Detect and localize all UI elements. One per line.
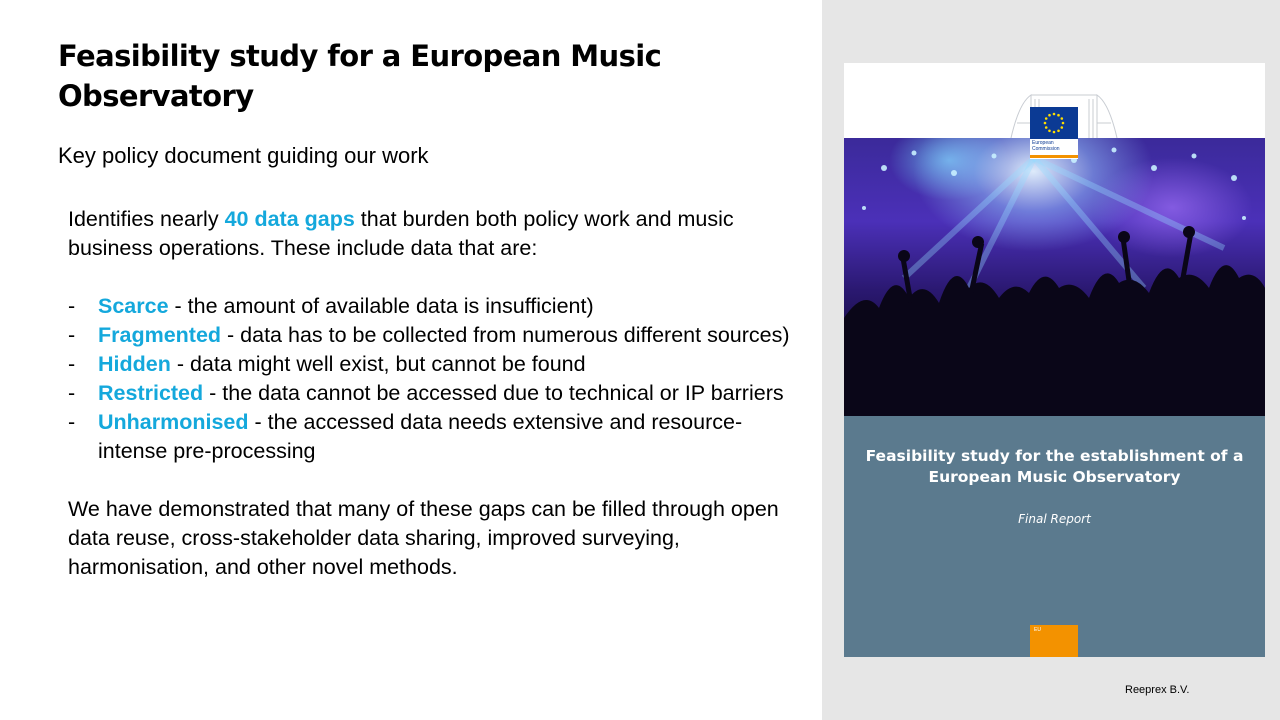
intro-paragraph: Identifies nearly 40 data gaps that burd… <box>68 205 798 263</box>
list-description: - data has to be collected from numerous… <box>221 323 790 347</box>
logo-text: European Commission <box>1032 140 1060 152</box>
cover-subtitle: Final Report <box>1018 512 1091 526</box>
list-term: Hidden <box>98 352 171 376</box>
cover-header: European Commission <box>844 63 1265 159</box>
data-gap-list: - Scarce - the amount of available data i… <box>68 292 798 466</box>
conclusion-paragraph: We have demonstrated that many of these … <box>68 497 779 579</box>
intro-highlight: 40 data gaps <box>224 207 355 231</box>
report-cover-image: European Commission Feasibility study fo… <box>844 63 1265 657</box>
cover-title-panel: Feasibility study for the establishment … <box>844 416 1265 657</box>
footer-credit: Reeprex B.V. <box>1125 684 1190 696</box>
slide-subtitle: Key policy document guiding our work <box>58 143 429 168</box>
list-item: - Scarce - the amount of available data i… <box>68 292 798 321</box>
list-description: - the amount of available data is insuff… <box>168 294 594 318</box>
concert-crowd-photo <box>844 138 1265 416</box>
list-term: Scarce <box>98 294 169 318</box>
slide-body: Identifies nearly 40 data gaps that burd… <box>68 205 798 582</box>
list-dash: - <box>68 294 76 318</box>
cover-title: Feasibility study for the establishment … <box>865 447 1244 486</box>
european-commission-logo: European Commission <box>1030 107 1078 159</box>
list-term: Unharmonised <box>98 410 249 434</box>
list-term: Fragmented <box>98 323 222 347</box>
publication-label: EU <box>1034 627 1041 633</box>
list-dash: - <box>68 352 76 376</box>
list-term: Restricted <box>98 381 204 405</box>
list-item: - Unharmonised - the accessed data needs … <box>68 408 798 466</box>
list-dash: - <box>68 410 76 434</box>
list-item: - Restricted - the data cannot be accesse… <box>68 379 798 408</box>
slide-content-area: Feasibility study for a European Music O… <box>0 0 822 720</box>
list-description: - the data cannot be accessed due to tec… <box>203 381 784 405</box>
logo-orange-bar <box>1030 155 1078 158</box>
intro-text-start: Identifies nearly <box>68 207 225 231</box>
slide-title: Feasibility study for a European Music O… <box>58 39 662 113</box>
list-dash: - <box>68 323 76 347</box>
list-item: - Hidden - data might well exist, but can… <box>68 350 798 379</box>
list-description: - data might well exist, but cannot be f… <box>170 352 586 376</box>
eu-flag-icon <box>1030 107 1078 139</box>
publication-label-box: EU <box>1030 625 1078 657</box>
list-dash: - <box>68 381 76 405</box>
list-item: - Fragmented - data has to be collected f… <box>68 321 798 350</box>
